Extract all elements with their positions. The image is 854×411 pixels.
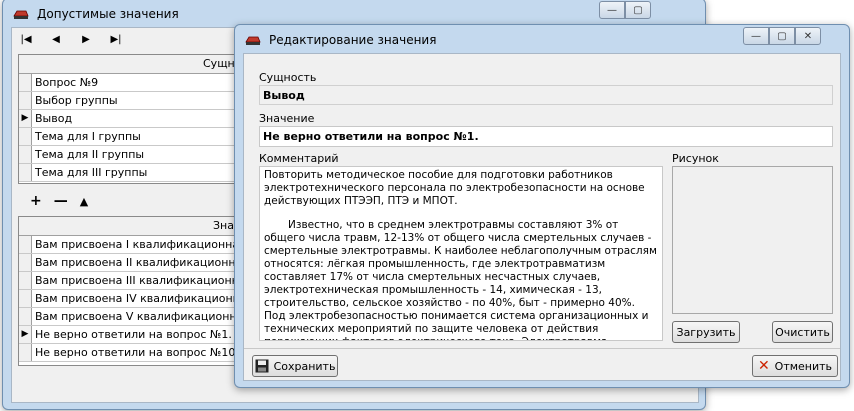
row-indicator xyxy=(19,74,32,91)
load-picture-button[interactable]: Загрузить xyxy=(672,321,740,343)
last-icon: ▶| xyxy=(110,33,122,45)
entity-cell: Тема для II группы xyxy=(35,148,145,161)
add-icon[interactable]: + xyxy=(30,193,42,209)
first-icon: |◀ xyxy=(20,33,32,45)
entity-label: Сущность xyxy=(259,71,317,84)
dialog-titlebar[interactable]: Редактирование значения — ▢ ✕ xyxy=(235,25,849,53)
back-window-title: Допустимые значения xyxy=(37,7,179,21)
save-icon xyxy=(255,359,269,373)
cancel-icon: ✕ xyxy=(757,358,770,374)
value-cell: Вам присвоена III квалификационная г xyxy=(35,274,262,287)
comment-paragraph-1: Повторить методическое пособие для подго… xyxy=(264,169,645,207)
save-label: Сохранить xyxy=(273,359,336,373)
maximize-button[interactable]: ▢ xyxy=(625,1,651,19)
back-window-titlebar[interactable]: Допустимые значения — ▢ xyxy=(3,0,705,27)
clear-picture-button[interactable]: Очистить xyxy=(772,321,833,343)
row-indicator xyxy=(19,308,32,325)
close-icon: ✕ xyxy=(803,30,813,42)
prev-icon: ◀ xyxy=(52,33,60,45)
value-cell: Вам присвоена II квалификационная гр xyxy=(35,256,266,269)
maximize-icon: ▢ xyxy=(633,4,643,16)
dialog-close-button[interactable]: ✕ xyxy=(795,27,821,45)
comment-label: Комментарий xyxy=(259,152,339,165)
next-record-button[interactable]: ▶ xyxy=(78,31,94,47)
row-indicator xyxy=(19,128,32,145)
value-cell: Вам присвоена I квалификационная гр xyxy=(35,238,262,251)
minimize-icon: — xyxy=(607,4,617,16)
row-indicator xyxy=(19,344,32,361)
next-icon: ▶ xyxy=(82,33,90,45)
current-row-indicator-icon: ▶ xyxy=(19,110,32,127)
app-icon xyxy=(245,36,261,45)
prev-record-button[interactable]: ◀ xyxy=(48,31,64,47)
edit-value-dialog: Редактирование значения — ▢ ✕ Сущность В… xyxy=(234,24,850,388)
comment-textarea[interactable]: Повторить методическое пособие для подго… xyxy=(259,166,663,341)
entity-cell: Вопрос №9 xyxy=(35,76,99,89)
dialog-minimize-button[interactable]: — xyxy=(743,27,769,45)
values-toolbar: + — ▲ xyxy=(30,193,88,209)
row-indicator xyxy=(19,272,32,289)
value-label: Значение xyxy=(259,112,315,125)
cancel-label: Отменить xyxy=(774,359,833,373)
last-record-button[interactable]: ▶| xyxy=(108,31,124,47)
minimize-icon: — xyxy=(751,30,761,42)
value-cell: Вам присвоена V квалификационная гр xyxy=(35,310,267,323)
entity-cell: Тема для I группы xyxy=(35,130,141,143)
first-record-button[interactable]: |◀ xyxy=(18,31,34,47)
value-input[interactable]: Не верно ответили на вопрос №1. xyxy=(259,126,833,147)
value-cell: Не верно ответили на вопрос №1. xyxy=(35,328,232,341)
current-row-indicator-icon: ▶ xyxy=(19,326,32,343)
row-indicator xyxy=(19,290,32,307)
comment-paragraph-2: Известно, что в среднем электротравмы со… xyxy=(264,219,657,340)
picture-label: Рисунок xyxy=(672,152,719,165)
entity-field: Вывод xyxy=(259,85,833,105)
clear-picture-label: Очистить xyxy=(775,325,830,339)
minimize-button[interactable]: — xyxy=(599,1,625,19)
save-button[interactable]: Сохранить xyxy=(252,355,338,377)
dialog-client: Сущность Вывод Значение Не верно ответил… xyxy=(243,53,841,381)
dialog-maximize-button[interactable]: ▢ xyxy=(769,27,795,45)
cancel-button[interactable]: ✕ Отменить xyxy=(752,355,838,377)
maximize-icon: ▢ xyxy=(777,30,787,42)
remove-icon[interactable]: — xyxy=(54,193,68,209)
move-up-icon[interactable]: ▲ xyxy=(80,195,88,208)
row-indicator xyxy=(19,92,32,109)
value-cell: Не верно ответили на вопрос №10. xyxy=(35,346,239,359)
row-indicator xyxy=(19,164,32,181)
row-indicator xyxy=(19,254,32,271)
picture-box[interactable] xyxy=(672,166,833,314)
load-picture-label: Загрузить xyxy=(676,325,736,339)
entity-cell: Тема для III группы xyxy=(35,166,148,179)
footer-divider xyxy=(244,348,840,349)
row-indicator xyxy=(19,236,32,253)
row-indicator xyxy=(19,146,32,163)
app-icon xyxy=(13,10,29,19)
entity-cell: Выбор группы xyxy=(35,94,118,107)
entity-cell: Вывод xyxy=(35,112,73,125)
dialog-title: Редактирование значения xyxy=(269,33,437,47)
